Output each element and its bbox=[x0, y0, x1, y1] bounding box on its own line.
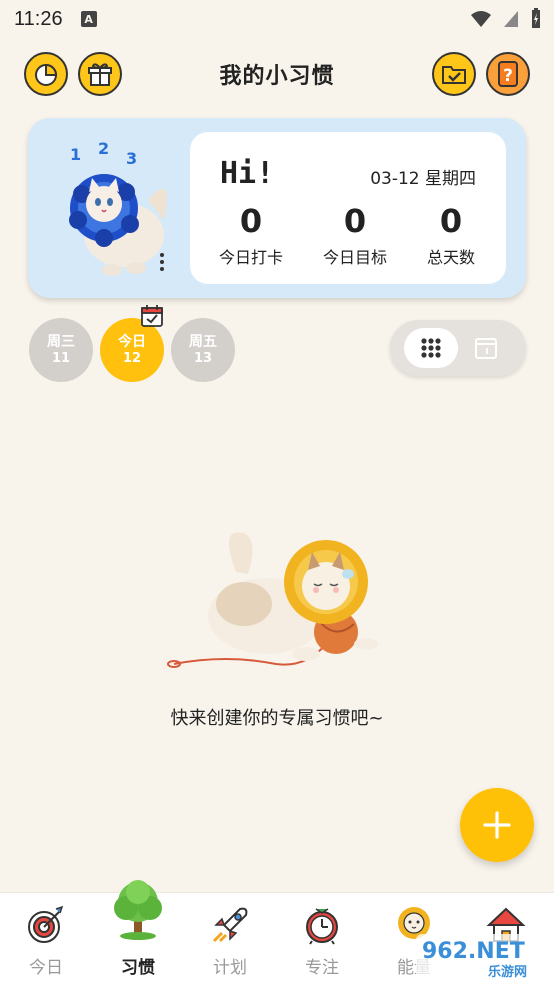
grid-icon bbox=[421, 338, 441, 358]
target-icon bbox=[28, 905, 64, 943]
notification-badge-icon: A bbox=[80, 11, 97, 27]
question-icon: ? bbox=[498, 61, 518, 87]
nav-label: 计划 bbox=[213, 958, 247, 978]
signal-icon bbox=[504, 11, 518, 27]
battery-icon bbox=[532, 8, 540, 28]
tab-focus[interactable]: 专注 bbox=[276, 893, 368, 984]
plus-icon bbox=[483, 811, 511, 839]
nav-label: 专注 bbox=[305, 958, 339, 978]
day-name: 周五 bbox=[189, 334, 217, 350]
nav-label: 今日 bbox=[29, 958, 63, 978]
alarm-clock-icon bbox=[306, 908, 338, 945]
wifi-icon bbox=[471, 11, 491, 27]
day-name: 周三 bbox=[47, 334, 75, 350]
summary-card: 1 2 3 Hi! 03-12 星期四 0 今日打卡 0 今日目标 0 总天数 bbox=[28, 118, 526, 298]
watermark-text: 962.NET bbox=[422, 939, 525, 964]
stats-panel: Hi! 03-12 星期四 0 今日打卡 0 今日目标 0 总天数 bbox=[190, 132, 506, 284]
stat-label: 总天数 bbox=[426, 248, 475, 267]
help-button[interactable]: ? bbox=[486, 52, 530, 96]
status-icons bbox=[470, 8, 542, 30]
svg-text:?: ? bbox=[503, 66, 513, 86]
top-bar: 我的小习惯 ? bbox=[0, 48, 554, 100]
calendar-check-icon bbox=[141, 305, 163, 327]
calendar-icon bbox=[475, 338, 497, 359]
status-time: 11:26 bbox=[14, 7, 63, 30]
status-bar: 11:26 A bbox=[0, 0, 554, 38]
stat-label: 今日目标 bbox=[322, 248, 387, 267]
stat-value: 0 bbox=[343, 202, 367, 240]
day-friday[interactable]: 周五 13 bbox=[171, 318, 235, 382]
watermark-subtext: 乐游网 bbox=[488, 964, 527, 980]
day-number: 11 bbox=[51, 351, 71, 366]
watermark-logo: 962.NET 乐游网 bbox=[416, 934, 552, 980]
stat-today-checkin: 0 今日打卡 bbox=[206, 202, 296, 268]
day-number: 13 bbox=[193, 351, 213, 366]
rocket-icon bbox=[212, 907, 248, 943]
calendar-view-button[interactable] bbox=[472, 334, 500, 362]
nav-label: 习惯 bbox=[121, 958, 155, 978]
stat-value: 0 bbox=[439, 202, 463, 240]
day-wednesday[interactable]: 周三 11 bbox=[29, 318, 93, 382]
tab-today[interactable]: 今日 bbox=[0, 893, 92, 984]
svg-text:3: 3 bbox=[126, 149, 137, 168]
sleeping-cat-illustration bbox=[167, 532, 378, 668]
greeting: Hi! bbox=[220, 156, 275, 191]
add-habit-button[interactable] bbox=[460, 788, 534, 862]
empty-state-message: 快来创建你的专属习惯吧~ bbox=[170, 708, 384, 729]
stat-label: 今日打卡 bbox=[218, 248, 283, 267]
svg-text:2: 2 bbox=[98, 140, 109, 158]
svg-text:1: 1 bbox=[70, 145, 81, 164]
view-toggle bbox=[390, 320, 526, 376]
current-date: 03-12 星期四 bbox=[370, 169, 476, 189]
tab-plan[interactable]: 计划 bbox=[184, 893, 276, 984]
day-number: 12 bbox=[122, 351, 142, 366]
more-options-icon[interactable] bbox=[156, 250, 168, 274]
stat-value: 0 bbox=[239, 202, 263, 240]
stat-today-goal: 0 今日目标 bbox=[310, 202, 400, 268]
tree-icon bbox=[114, 880, 162, 940]
stat-total-days: 0 总天数 bbox=[406, 202, 496, 268]
day-name: 今日 bbox=[118, 334, 146, 350]
folder-button[interactable] bbox=[432, 52, 476, 96]
folder-check-icon bbox=[442, 66, 466, 84]
grid-view-button[interactable] bbox=[404, 328, 458, 368]
